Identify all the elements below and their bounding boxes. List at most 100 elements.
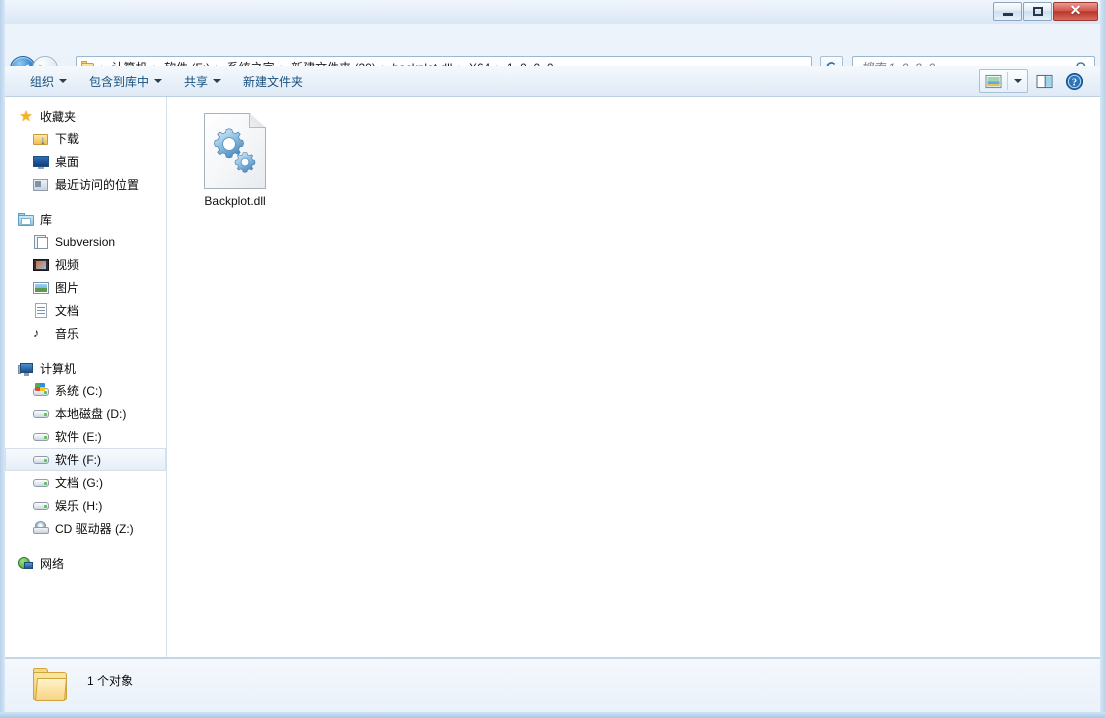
recent-places-icon: [33, 177, 49, 193]
window-controls: ✕: [993, 2, 1098, 21]
change-view-group: [979, 69, 1028, 93]
sidebar-group-network[interactable]: 网络: [5, 553, 166, 574]
sidebar-item-cd-drive-z-label: CD 驱动器 (Z:): [55, 522, 134, 536]
subversion-icon: [33, 234, 49, 250]
chevron-down-icon: [59, 79, 68, 83]
drive-icon: [33, 429, 49, 445]
change-view-dropdown-button[interactable]: [1008, 70, 1027, 92]
help-button[interactable]: ?: [1061, 69, 1088, 93]
chevron-down-icon: [213, 79, 222, 83]
preview-pane-icon: [1036, 74, 1053, 88]
navigation-pane[interactable]: ★ 收藏夹 ↓ 下载 桌面 最近访问的位置 库 Subversion 视频 图片…: [5, 97, 167, 657]
drive-icon: [33, 498, 49, 514]
sidebar-item-drive-f-label: 软件 (F:): [55, 453, 101, 467]
sidebar-item-desktop[interactable]: 桌面: [5, 150, 166, 173]
file-item-backplot-dll[interactable]: Backplot.dll: [187, 109, 283, 214]
close-button[interactable]: ✕: [1053, 2, 1098, 21]
sidebar-item-drive-d[interactable]: 本地磁盘 (D:): [5, 402, 166, 425]
sidebar-item-drive-g-label: 文档 (G:): [55, 476, 103, 490]
window-frame-bottom: [0, 712, 1105, 718]
sidebar-item-pictures[interactable]: 图片: [5, 276, 166, 299]
address-row: ◀ ▶ ▸ 计算机 ▸ 软件 (F:) ▸ 系统之家 ▸ 新建文件夹 (30) …: [0, 24, 1105, 82]
sidebar-item-recent-places-label: 最近访问的位置: [55, 178, 140, 192]
dll-file-icon: [204, 113, 266, 189]
toolbar-share-label: 共享: [184, 74, 209, 89]
help-icon: ?: [1065, 72, 1084, 90]
star-icon: ★: [19, 107, 33, 125]
sidebar-item-drive-e[interactable]: 软件 (E:): [5, 425, 166, 448]
sidebar-item-music[interactable]: ♪ 音乐: [5, 322, 166, 345]
sidebar-group-favorites[interactable]: ★ 收藏夹: [5, 106, 166, 127]
sidebar-item-downloads-label: 下载: [55, 132, 80, 146]
maximize-button[interactable]: [1023, 2, 1052, 21]
sidebar-item-pictures-label: 图片: [55, 281, 80, 295]
drive-icon: [33, 406, 49, 422]
status-item-count: 1 个对象: [87, 674, 134, 688]
pictures-icon: [33, 280, 49, 296]
system-drive-icon: [33, 382, 49, 399]
title-bar: ✕: [0, 0, 1105, 24]
minimize-icon: [1002, 12, 1013, 16]
sidebar-item-drive-c[interactable]: 系统 (C:): [5, 379, 166, 402]
sidebar-group-libraries[interactable]: 库: [5, 209, 166, 230]
toolbar: 组织 包含到库中 共享 新建文件夹 ?: [5, 66, 1100, 97]
drive-icon: [33, 452, 49, 468]
gear-icon: [234, 151, 256, 173]
status-bar-divider: [5, 658, 1100, 659]
toolbar-include-in-library-label: 包含到库中: [89, 74, 150, 89]
preview-pane-button[interactable]: [1031, 69, 1058, 93]
sidebar-group-network-label: 网络: [40, 557, 65, 571]
video-icon: [33, 257, 49, 273]
close-icon: ✕: [1069, 3, 1082, 19]
sidebar-item-cd-drive-z[interactable]: CD 驱动器 (Z:): [5, 517, 166, 540]
sidebar-item-recent-places[interactable]: 最近访问的位置: [5, 173, 166, 196]
sidebar-item-drive-e-label: 软件 (E:): [55, 430, 102, 444]
toolbar-new-folder-label: 新建文件夹: [243, 74, 304, 89]
chevron-down-icon: [154, 79, 163, 83]
minimize-button[interactable]: [993, 2, 1022, 21]
file-grid: Backplot.dll: [167, 97, 1100, 214]
explorer-body: ★ 收藏夹 ↓ 下载 桌面 最近访问的位置 库 Subversion 视频 图片…: [5, 97, 1100, 657]
sidebar-item-desktop-label: 桌面: [55, 155, 80, 169]
sidebar-item-drive-f[interactable]: 软件 (F:): [5, 448, 166, 471]
sidebar-group-libraries-label: 库: [40, 213, 53, 227]
drive-icon: [33, 475, 49, 491]
library-icon: [18, 212, 34, 228]
sidebar-group-computer-label: 计算机: [40, 362, 77, 376]
sidebar-item-drive-c-label: 系统 (C:): [55, 384, 103, 398]
sidebar-item-drive-h-label: 娱乐 (H:): [55, 499, 103, 513]
toolbar-organize-button[interactable]: 组织: [21, 70, 76, 93]
maximize-icon: [1032, 7, 1043, 16]
sidebar-item-documents-label: 文档: [55, 304, 80, 318]
documents-icon: [33, 302, 49, 319]
download-folder-icon: ↓: [33, 131, 49, 147]
status-bar: 1 个对象: [5, 657, 1100, 712]
cd-drive-icon: [33, 520, 49, 537]
window-frame-right: [1100, 0, 1105, 718]
sidebar-item-music-label: 音乐: [55, 327, 80, 341]
toolbar-include-in-library-button[interactable]: 包含到库中: [80, 70, 171, 93]
sidebar-group-computer[interactable]: 计算机: [5, 358, 166, 379]
change-view-icon: [985, 74, 1002, 88]
sidebar-item-drive-d-label: 本地磁盘 (D:): [55, 407, 127, 421]
window-frame-left: [0, 0, 5, 718]
sidebar-item-downloads[interactable]: ↓ 下载: [5, 127, 166, 150]
desktop-icon: [33, 154, 49, 170]
computer-icon: [18, 361, 34, 377]
toolbar-new-folder-button[interactable]: 新建文件夹: [234, 70, 312, 93]
file-list-pane[interactable]: Backplot.dll: [167, 97, 1100, 657]
explorer-window: ✕ ◀ ▶ ▸ 计算机 ▸ 软件 (F:) ▸ 系统之家: [0, 0, 1105, 718]
toolbar-share-button[interactable]: 共享: [175, 70, 230, 93]
sidebar-item-subversion[interactable]: Subversion: [5, 230, 166, 253]
folder-icon: [31, 666, 71, 706]
sidebar-item-videos-label: 视频: [55, 258, 80, 272]
sidebar-item-documents[interactable]: 文档: [5, 299, 166, 322]
sidebar-item-drive-g[interactable]: 文档 (G:): [5, 471, 166, 494]
sidebar-item-videos[interactable]: 视频: [5, 253, 166, 276]
sidebar-item-subversion-label: Subversion: [55, 234, 116, 249]
change-view-button[interactable]: [980, 70, 1007, 92]
sidebar-item-drive-h[interactable]: 娱乐 (H:): [5, 494, 166, 517]
